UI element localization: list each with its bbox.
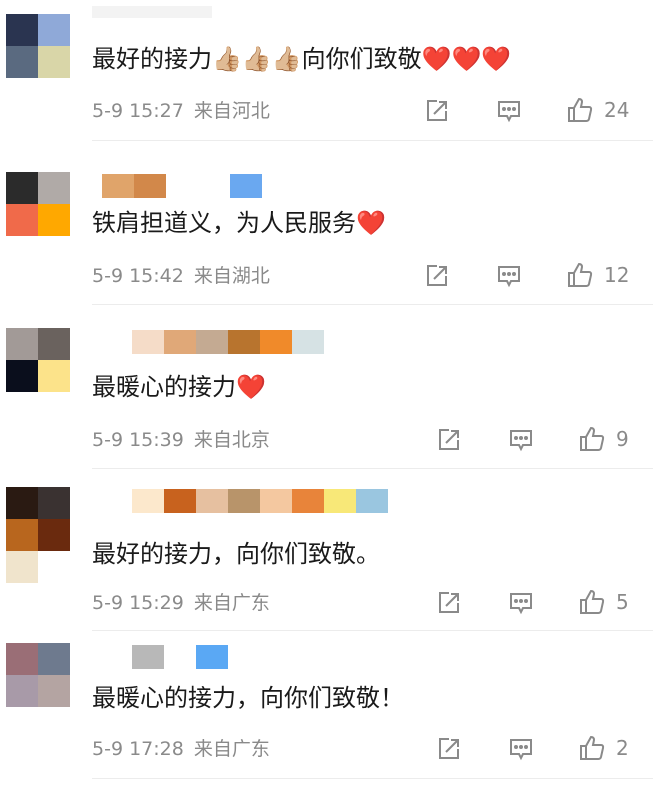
comment-date: 5-9 15:42 <box>92 265 184 287</box>
comment-icon <box>510 430 532 452</box>
thumbs-up-icon <box>568 97 593 122</box>
divider <box>92 778 653 779</box>
share-button[interactable] <box>424 98 450 124</box>
username[interactable] <box>132 645 228 669</box>
comment-button[interactable] <box>508 590 534 616</box>
like-count: 12 <box>604 263 630 287</box>
share-button[interactable] <box>436 427 462 453</box>
share-icon <box>427 265 447 286</box>
divider <box>92 468 653 469</box>
comment-item: 最好的接力，向你们致敬。 5-9 15:29 来自广东 5 <box>0 487 661 617</box>
comment-item: 最暖心的接力，向你们致敬！ 5-9 17:28 来自广东 2 <box>0 643 661 773</box>
divider <box>92 304 653 305</box>
like-button[interactable]: 24 <box>566 96 629 124</box>
comment-date: 5-9 15:29 <box>92 592 184 614</box>
comment-meta: 5-9 15:29 来自广东 <box>92 591 270 615</box>
comment-item: 最暖心的接力❤️ 5-9 15:39 来自北京 9 <box>0 328 661 458</box>
like-count: 5 <box>616 590 629 614</box>
comment-date: 5-9 15:27 <box>92 100 184 122</box>
like-count: 9 <box>616 427 629 451</box>
comment-text: 最好的接力👍🏼👍🏼👍🏼向你们致敬❤️❤️❤️ <box>92 45 512 73</box>
comment-icon <box>498 101 520 123</box>
share-button[interactable] <box>436 590 462 616</box>
like-button[interactable]: 5 <box>578 588 629 616</box>
comment-location: 来自北京 <box>193 429 270 451</box>
comment-button[interactable] <box>508 427 534 453</box>
comment-date: 5-9 15:39 <box>92 429 184 451</box>
comment-location: 来自广东 <box>193 738 270 760</box>
share-icon <box>439 738 459 759</box>
comment-meta: 5-9 17:28 来自广东 <box>92 737 270 761</box>
thumbs-up-icon <box>580 589 605 614</box>
username[interactable] <box>132 330 324 354</box>
divider <box>92 140 653 141</box>
share-icon <box>439 429 459 450</box>
thumbs-up-icon <box>580 735 605 760</box>
comment-button[interactable] <box>496 98 522 124</box>
comment-location: 来自广东 <box>193 592 270 614</box>
divider <box>92 630 653 631</box>
like-button[interactable]: 9 <box>578 425 629 453</box>
comment-text: 最暖心的接力，向你们致敬！ <box>92 684 404 712</box>
avatar[interactable] <box>6 487 70 583</box>
avatar[interactable] <box>6 172 70 236</box>
avatar[interactable] <box>6 328 70 392</box>
comment-button[interactable] <box>496 263 522 289</box>
username[interactable] <box>132 489 388 513</box>
share-icon <box>439 592 459 613</box>
like-button[interactable]: 12 <box>566 261 629 289</box>
comment-meta: 5-9 15:39 来自北京 <box>92 428 270 452</box>
like-button[interactable]: 2 <box>578 734 629 762</box>
comment-text: 铁肩担道义，为人民服务❤️ <box>92 209 386 237</box>
thumbs-up-icon <box>568 262 593 287</box>
like-count: 2 <box>616 736 629 760</box>
comment-item: 最好的接力👍🏼👍🏼👍🏼向你们致敬❤️❤️❤️ 5-9 15:27 来自河北 24 <box>0 6 661 144</box>
comment-location: 来自湖北 <box>193 265 270 287</box>
share-icon <box>427 100 447 121</box>
comment-meta: 5-9 15:27 来自河北 <box>92 99 270 123</box>
username[interactable] <box>92 6 212 30</box>
comment-location: 来自河北 <box>193 100 270 122</box>
share-button[interactable] <box>436 736 462 762</box>
share-button[interactable] <box>424 263 450 289</box>
comment-text: 最好的接力，向你们致敬。 <box>92 540 380 568</box>
comment-meta: 5-9 15:42 来自湖北 <box>92 264 270 288</box>
thumbs-up-icon <box>580 426 605 451</box>
avatar[interactable] <box>6 14 70 78</box>
username[interactable] <box>102 174 262 198</box>
comment-text: 最暖心的接力❤️ <box>92 373 266 401</box>
comment-icon <box>510 739 532 761</box>
avatar[interactable] <box>6 643 70 707</box>
comment-icon <box>498 266 520 288</box>
comment-icon <box>510 593 532 615</box>
like-count: 24 <box>604 98 630 122</box>
comment-item: 铁肩担道义，为人民服务❤️ 5-9 15:42 来自湖北 12 <box>0 172 661 302</box>
comment-date: 5-9 17:28 <box>92 738 184 760</box>
comment-button[interactable] <box>508 736 534 762</box>
